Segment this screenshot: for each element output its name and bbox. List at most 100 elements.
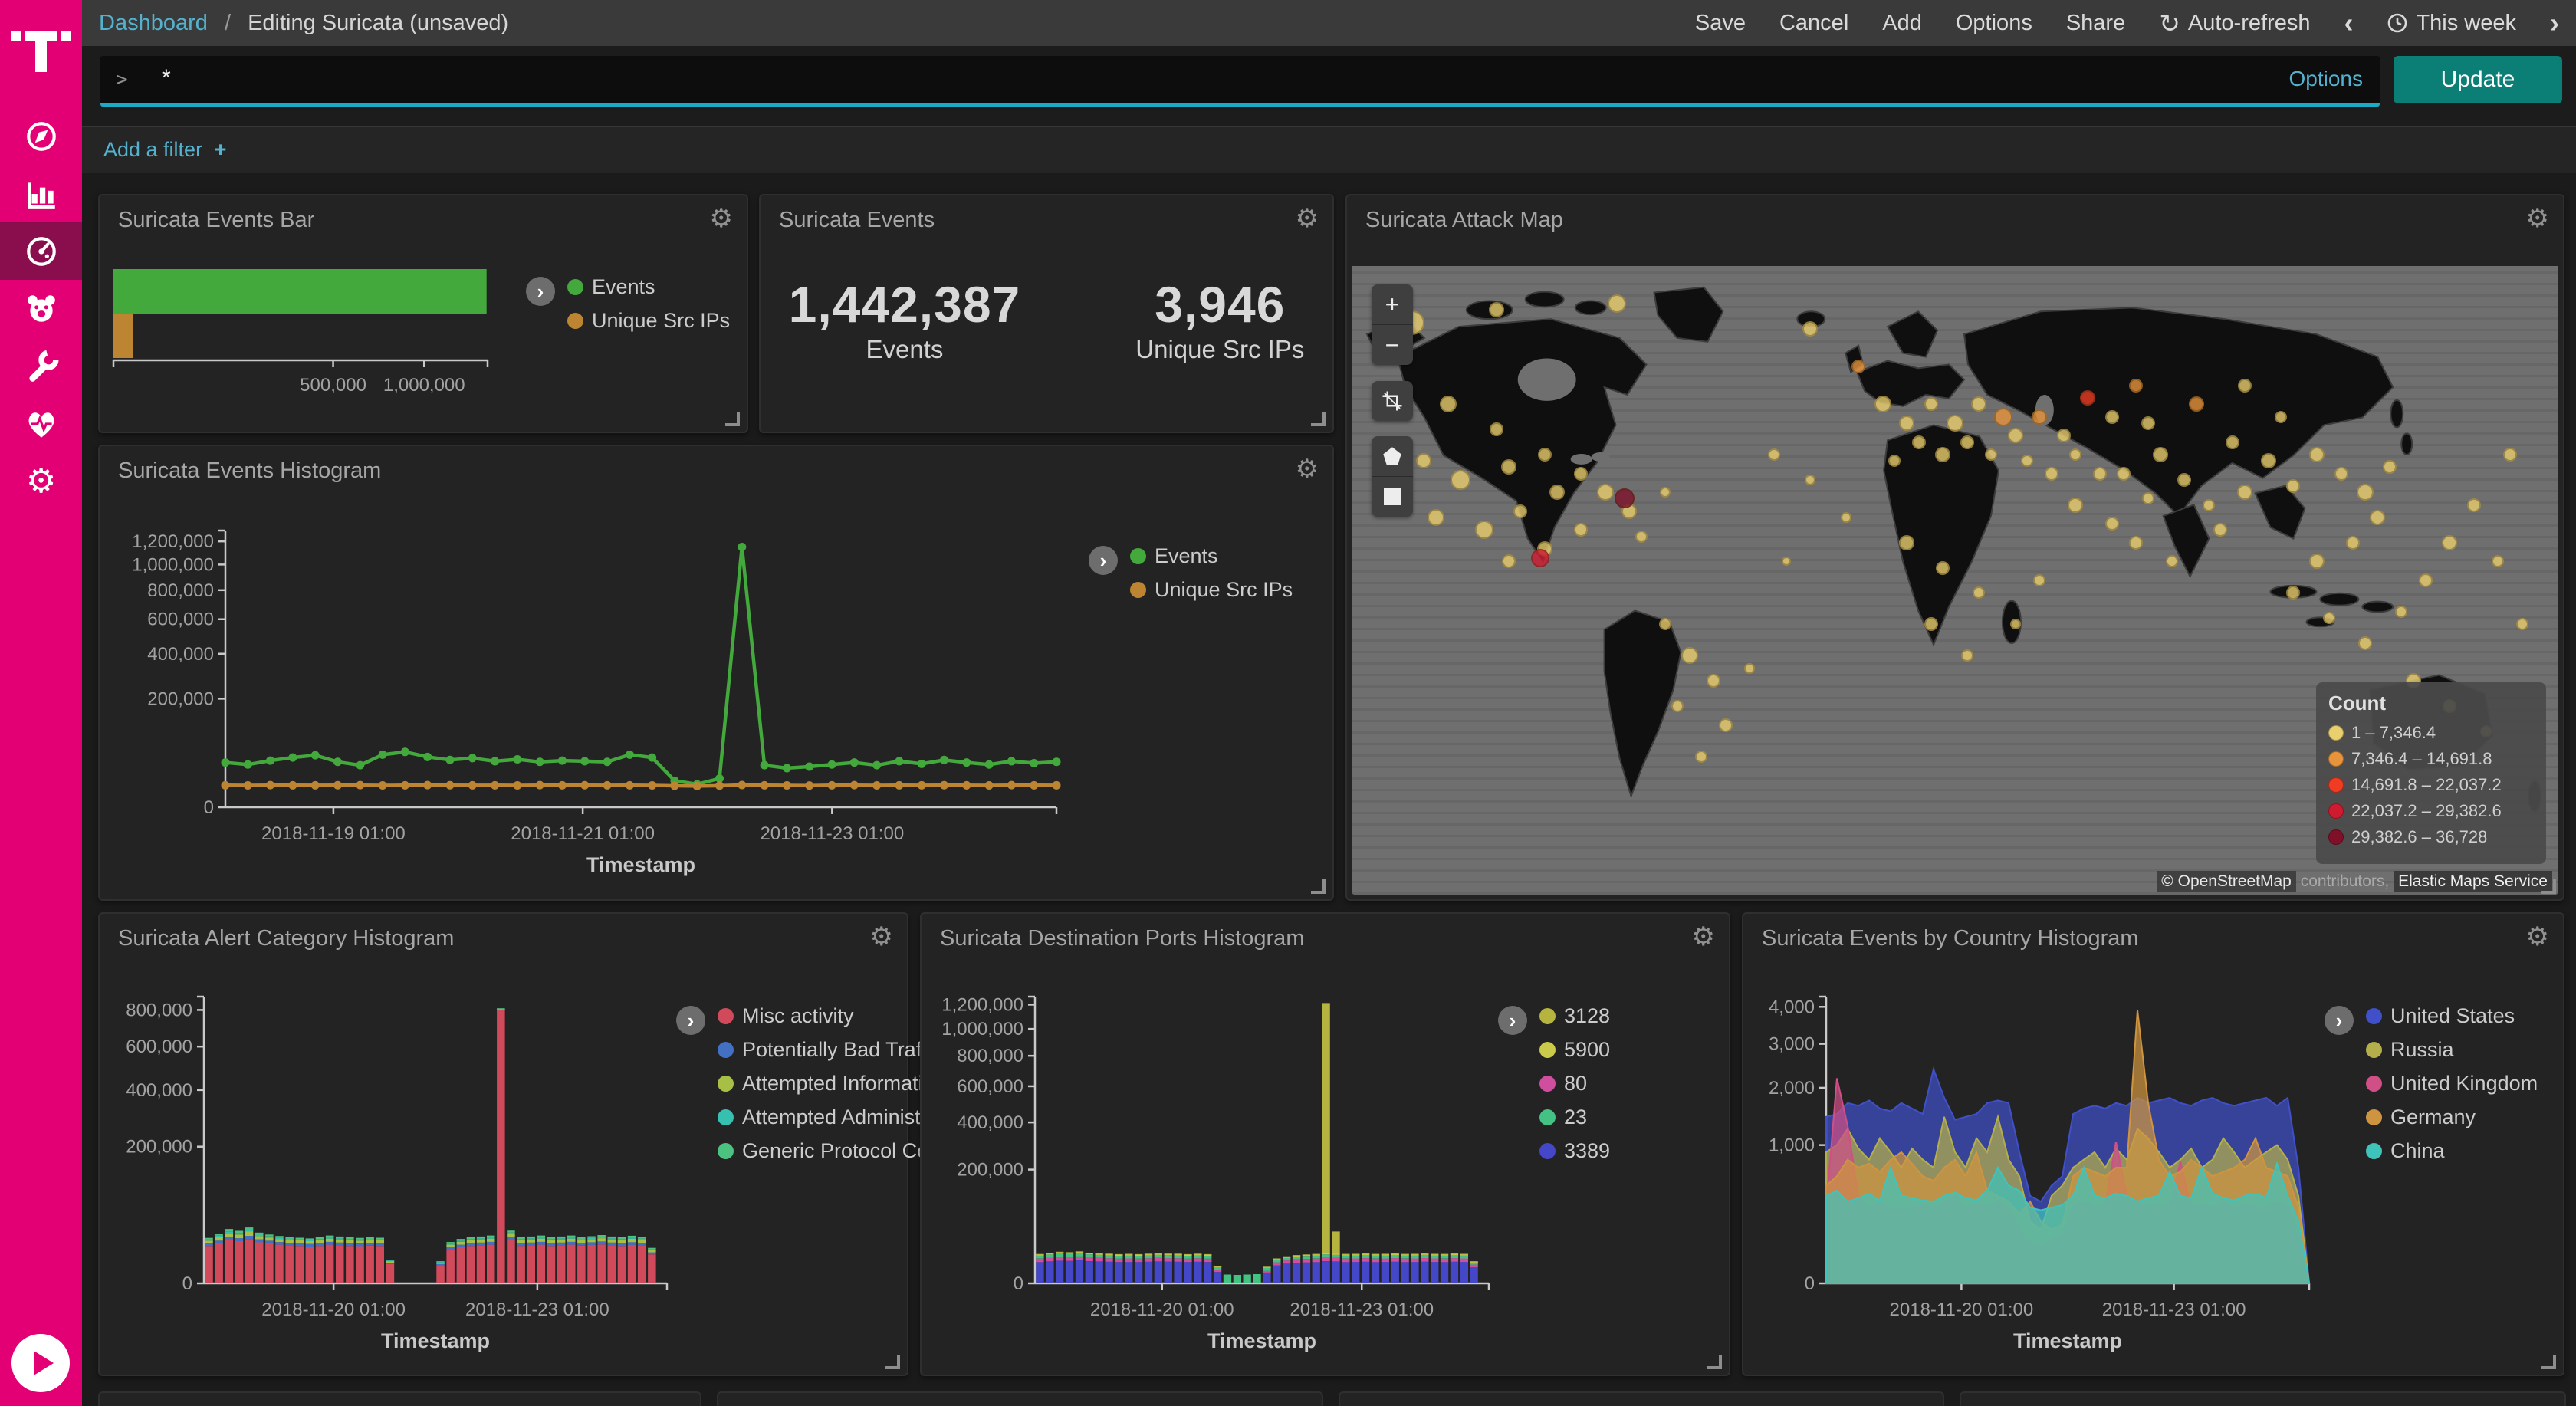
svg-text:0: 0	[182, 1273, 192, 1294]
resize-handle[interactable]	[2542, 879, 2556, 894]
legend-item[interactable]: Misc activity	[718, 1004, 946, 1028]
panel-title[interactable]: Suricata Destination Ports Histogram	[940, 926, 1304, 951]
legend-item[interactable]: China	[2366, 1139, 2538, 1163]
telekom-logo[interactable]	[0, 0, 82, 82]
legend-item[interactable]: Attempted Informati...	[718, 1072, 946, 1096]
resize-handle[interactable]	[1707, 1355, 1722, 1369]
map-legend-item: 7,346.4 – 14,691.8	[2328, 749, 2534, 769]
map-bubble	[1744, 663, 1755, 674]
panel-title[interactable]: Suricata Events by Country Histogram	[1762, 926, 2139, 951]
legend-item[interactable]: Potentially Bad Traffic	[718, 1038, 946, 1062]
clock-icon	[2387, 12, 2408, 34]
legend-toggle-button[interactable]: ›	[1498, 1006, 1527, 1035]
legend-toggle-button[interactable]: ›	[676, 1006, 705, 1035]
sidebar-item-dashboard[interactable]	[0, 222, 82, 280]
panel-settings-icon[interactable]: ⚙	[2526, 921, 2549, 952]
openstreetmap-link[interactable]: © OpenStreetMap	[2157, 871, 2296, 892]
panel-settings-icon[interactable]: ⚙	[1296, 454, 1319, 485]
auto-refresh-button[interactable]: ↻ Auto-refresh	[2159, 8, 2310, 38]
save-button[interactable]: Save	[1695, 11, 1746, 36]
legend-toggle-button[interactable]: ›	[1089, 546, 1118, 575]
sidebar-item-monitoring[interactable]	[0, 395, 82, 452]
resize-handle[interactable]	[886, 1355, 900, 1369]
map-bubble	[2275, 411, 2287, 423]
zoom-out-button[interactable]: −	[1372, 325, 1413, 365]
sidebar-expand-button[interactable]	[12, 1334, 70, 1392]
legend-item[interactable]: 5900	[1539, 1038, 1610, 1062]
panel-settings-icon[interactable]: ⚙	[870, 921, 893, 952]
panel-settings-icon[interactable]: ⚙	[710, 203, 733, 234]
share-button[interactable]: Share	[2066, 11, 2125, 36]
events-bar-chart[interactable]: 500,0001,000,000	[110, 268, 509, 421]
panel-country-histogram: Suricata Events by Country Histogram ⚙ 0…	[1742, 912, 2564, 1376]
panel-events-metric: Suricata Events ⚙ 1,442,387 Events 3,946…	[759, 194, 1334, 433]
sidebar-item-hunting-app[interactable]	[0, 280, 82, 337]
legend-dot	[2366, 1042, 2382, 1058]
filter-bar: Add a filter +	[82, 126, 2576, 173]
legend-item[interactable]: 80	[1539, 1072, 1610, 1096]
sidebar-item-discover[interactable]	[0, 107, 82, 165]
panel-title[interactable]: Suricata Events	[779, 208, 935, 233]
panel-settings-icon[interactable]: ⚙	[1692, 921, 1715, 952]
map-bubble	[1440, 396, 1457, 412]
legend-item[interactable]: Generic Protocol Co...	[718, 1139, 946, 1163]
legend-item[interactable]: Unique Src IPs	[1130, 578, 1293, 602]
time-forward-button[interactable]: ›	[2550, 9, 2559, 37]
legend-item[interactable]: Events	[567, 275, 730, 299]
zoom-in-button[interactable]: +	[1372, 284, 1413, 324]
legend-item[interactable]: Events	[1130, 544, 1293, 568]
legend-item[interactable]: United States	[2366, 1004, 2538, 1028]
options-button[interactable]: Options	[1956, 11, 2032, 36]
add-button[interactable]: Add	[1882, 11, 1922, 36]
panel-title[interactable]: Suricata Events Histogram	[118, 458, 381, 484]
svg-text:400,000: 400,000	[957, 1112, 1024, 1133]
alert-category-chart[interactable]: 0200,000400,000600,000800,0002018-11-20 …	[106, 984, 673, 1360]
top-navigation-bar: Dashboard / Editing Suricata (unsaved) S…	[82, 0, 2576, 46]
panel-title[interactable]: Suricata Attack Map	[1365, 208, 1563, 233]
legend-item[interactable]: Unique Src IPs	[567, 309, 730, 333]
elastic-maps-service-link[interactable]: Elastic Maps Service	[2394, 871, 2552, 892]
rectangle-draw-button[interactable]	[1372, 477, 1413, 517]
legend-item[interactable]: Germany	[2366, 1105, 2538, 1129]
legend-dot	[2366, 1076, 2382, 1092]
resize-handle[interactable]	[725, 412, 740, 426]
query-options-link[interactable]: Options	[2289, 67, 2364, 91]
legend-toggle-button[interactable]: ›	[526, 277, 555, 306]
map-bubble	[1719, 718, 1733, 732]
sidebar-item-dev-tools[interactable]	[0, 337, 82, 395]
cancel-button[interactable]: Cancel	[1779, 11, 1848, 36]
legend-item[interactable]: 3389	[1539, 1139, 1610, 1163]
panel-settings-icon[interactable]: ⚙	[2526, 203, 2549, 234]
dest-ports-chart[interactable]: 0200,000400,000600,000800,0001,000,0001,…	[928, 984, 1495, 1360]
compass-icon	[24, 119, 59, 154]
add-filter-link[interactable]: Add a filter +	[104, 138, 226, 162]
legend: › Events Unique Src IPs	[1089, 544, 1293, 602]
time-picker-button[interactable]: This week	[2387, 11, 2516, 36]
country-histogram-chart[interactable]: 01,0002,0003,0004,0002018-11-20 01:00201…	[1750, 984, 2317, 1360]
events-histogram-chart[interactable]: 0200,000400,000600,000800,0001,000,0001,…	[110, 520, 1069, 884]
time-back-button[interactable]: ‹	[2344, 9, 2353, 37]
legend-item[interactable]: Attempted Administr...	[718, 1105, 946, 1129]
query-input[interactable]: >_ * Options	[100, 56, 2380, 107]
legend-toggle-button[interactable]: ›	[2325, 1006, 2354, 1035]
sidebar-item-visualize[interactable]	[0, 165, 82, 222]
legend-item[interactable]: Russia	[2366, 1038, 2538, 1062]
sidebar-item-management[interactable]: ⚙	[0, 452, 82, 510]
panel-title[interactable]: Suricata Events Bar	[118, 208, 314, 233]
legend-item[interactable]: 23	[1539, 1105, 1610, 1129]
resize-handle[interactable]	[1311, 879, 1326, 894]
crop-filter-button[interactable]	[1372, 381, 1413, 421]
update-button[interactable]: Update	[2394, 56, 2562, 103]
legend-label: Attempted Administr...	[742, 1105, 944, 1129]
breadcrumb-dashboard-link[interactable]: Dashboard	[99, 11, 208, 35]
legend-dot	[2366, 1008, 2382, 1024]
panel-title[interactable]: Suricata Alert Category Histogram	[118, 926, 454, 951]
resize-handle[interactable]	[1311, 412, 1326, 426]
polygon-draw-button[interactable]	[1372, 436, 1413, 476]
svg-text:800,000: 800,000	[957, 1046, 1024, 1066]
world-map[interactable]: + −	[1352, 266, 2558, 895]
legend-item[interactable]: 3128	[1539, 1004, 1610, 1028]
panel-settings-icon[interactable]: ⚙	[1296, 203, 1319, 234]
resize-handle[interactable]	[2542, 1355, 2556, 1369]
legend-item[interactable]: United Kingdom	[2366, 1072, 2538, 1096]
